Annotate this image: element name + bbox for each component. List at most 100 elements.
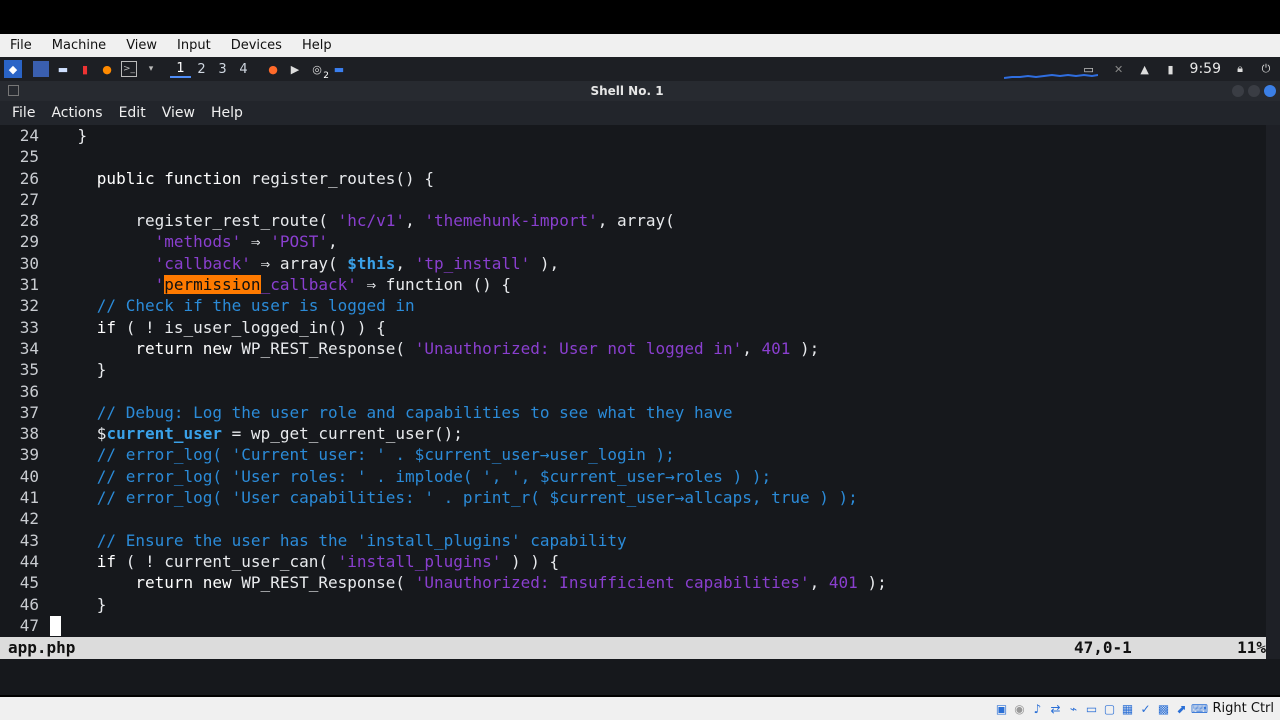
maximize-button[interactable] <box>1248 85 1260 97</box>
terminal-menu-view[interactable]: View <box>154 101 203 125</box>
usb-icon[interactable]: ⌁ <box>1066 701 1082 717</box>
workspace-3[interactable]: 3 <box>212 62 233 77</box>
code-line[interactable]: 33 if ( ! is_user_logged_in() ) { <box>0 317 1266 338</box>
code-line[interactable]: 27 <box>0 189 1266 210</box>
mouse-capture-icon[interactable]: ⬈ <box>1174 701 1190 717</box>
terminal-window-icon[interactable]: ▬ <box>331 61 347 77</box>
task-badge: 2 <box>323 71 329 81</box>
code-line[interactable]: 43 // Ensure the user has the 'install_p… <box>0 530 1266 551</box>
code-token: ); <box>857 573 887 593</box>
vbox-menu-view[interactable]: View <box>116 34 167 57</box>
terminal-menu-actions[interactable]: Actions <box>43 101 110 125</box>
network-icon[interactable]: ⇄ <box>1048 701 1064 717</box>
optical-drive-icon[interactable]: ◉ <box>1012 701 1028 717</box>
task-icon[interactable]: ◎ 2 <box>309 61 329 82</box>
vbox-menu-devices[interactable]: Devices <box>221 34 292 57</box>
line-number: 30 <box>19 253 39 273</box>
display-icon[interactable]: ▭ <box>1081 61 1097 77</box>
line-number: 35 <box>19 360 39 380</box>
code-token: ); <box>790 338 820 358</box>
terminal-menu-file[interactable]: File <box>0 101 43 125</box>
vbox-menu-machine[interactable]: Machine <box>42 34 116 57</box>
shared-folders-icon[interactable]: ▭ <box>1084 701 1100 717</box>
code-line[interactable]: 37 // Debug: Log the user role and capab… <box>0 402 1266 423</box>
code-token: 'Unauthorized: Insufficient capabilities… <box>414 573 810 593</box>
code-line[interactable]: 26 public function register_routes() { <box>0 168 1266 189</box>
code-line[interactable]: 30 'callback' ⇒ array( $this, 'tp_instal… <box>0 253 1266 274</box>
keyboard-capture-icon[interactable]: ⌨ <box>1191 701 1208 717</box>
terminal-content[interactable]: 24 } 25 26 public function register_routes… <box>0 125 1280 695</box>
vbox-menu-help[interactable]: Help <box>292 34 342 57</box>
code-token: } <box>39 594 107 614</box>
kali-menu-icon[interactable]: ◆ <box>4 60 22 78</box>
code-line[interactable]: 42 <box>0 508 1266 529</box>
code-token: 401 <box>761 338 791 358</box>
code-line[interactable]: 40 // error_log( 'User roles: ' . implod… <box>0 466 1266 487</box>
code-line[interactable]: 44 if ( ! current_user_can( 'install_plu… <box>0 551 1266 572</box>
code-line[interactable]: 32 // Check if the user is logged in <box>0 295 1266 316</box>
code-line[interactable]: 47 <box>0 615 1266 636</box>
code-token: 'POST' <box>270 232 328 252</box>
terminal-menu-help[interactable]: Help <box>203 101 251 125</box>
terminal-scrollbar[interactable] <box>1266 125 1280 659</box>
burp-icon[interactable]: ● <box>265 61 281 77</box>
code-view[interactable]: 24 } 25 26 public function register_routes… <box>0 125 1266 636</box>
code-line[interactable]: 31 'permission_callback' ⇒ function () { <box>0 274 1266 295</box>
code-line[interactable]: 34 return new WP_REST_Response( 'Unautho… <box>0 338 1266 359</box>
video-capture-icon[interactable]: ▦ <box>1120 701 1136 717</box>
app-launcher-icon[interactable]: ▶ <box>287 61 303 77</box>
code-token: 'methods' <box>154 232 242 252</box>
code-token: // Check if the user is logged in <box>96 296 415 316</box>
text-editor-icon[interactable]: ▮ <box>77 61 93 77</box>
code-line[interactable]: 25 <box>0 146 1266 167</box>
mouse-integration-icon[interactable]: ✓ <box>1138 701 1154 717</box>
code-line[interactable]: 35 } <box>0 359 1266 380</box>
code-line[interactable]: 38 $current_user = wp_get_current_user()… <box>0 423 1266 444</box>
code-line[interactable]: 36 <box>0 381 1266 402</box>
code-line[interactable]: 45 return new WP_REST_Response( 'Unautho… <box>0 572 1266 593</box>
audio-icon[interactable]: ♪ <box>1030 701 1046 717</box>
code-token: , array( <box>597 211 675 231</box>
vbox-menu-file[interactable]: File <box>0 34 42 57</box>
window-title: Shell No. 1 <box>590 84 664 98</box>
code-line[interactable]: 24 } <box>0 125 1266 146</box>
code-line[interactable]: 29 'methods' ⇒ 'POST', <box>0 231 1266 252</box>
mute-icon[interactable]: ✕ <box>1111 61 1127 77</box>
code-token: // Debug: Log the user role and capabili… <box>96 402 733 422</box>
code-line[interactable]: 28 register_rest_route( 'hc/v1', 'themeh… <box>0 210 1266 231</box>
file-manager-icon[interactable]: ▬ <box>55 61 71 77</box>
display-icon[interactable]: ▢ <box>1102 701 1118 717</box>
cpu-icon[interactable]: ▩ <box>1156 701 1172 717</box>
code-token: , <box>405 211 425 231</box>
code-token: // Ensure the user has the 'install_plug… <box>96 530 627 550</box>
code-line[interactable]: 39 // error_log( 'Current user: ' . $cur… <box>0 444 1266 465</box>
vbox-menu-input[interactable]: Input <box>167 34 221 57</box>
lock-icon[interactable]: 🔒︎ <box>1232 61 1248 77</box>
code-token: register_rest_route( <box>39 211 338 231</box>
minimize-button[interactable] <box>1232 85 1244 97</box>
code-line[interactable]: 41 // error_log( 'User capabilities: ' .… <box>0 487 1266 508</box>
terminal-menu-edit[interactable]: Edit <box>111 101 154 125</box>
terminal-icon[interactable]: >_ <box>121 61 137 77</box>
terminal-titlebar[interactable]: Shell No. 1 <box>0 81 1280 101</box>
show-desktop-icon[interactable] <box>33 61 49 77</box>
battery-icon[interactable]: ▮ <box>1163 61 1179 77</box>
workspace-4[interactable]: 4 <box>233 62 254 77</box>
code-line[interactable]: 46 } <box>0 594 1266 615</box>
close-button[interactable] <box>1264 85 1276 97</box>
line-number: 24 <box>19 126 39 145</box>
hard-disk-icon[interactable]: ▣ <box>994 701 1010 717</box>
chevron-down-icon[interactable]: ▾ <box>143 61 159 77</box>
notification-bell-icon[interactable]: ▲ <box>1137 61 1153 77</box>
code-token: , <box>809 573 829 593</box>
clock[interactable]: 9:59 <box>1190 61 1221 77</box>
workspace-1[interactable]: 1 <box>170 61 191 78</box>
code-token: 'Unauthorized: User not logged in' <box>414 338 743 358</box>
workspace-2[interactable]: 2 <box>191 62 212 77</box>
power-icon[interactable]: ⏻ <box>1258 61 1274 77</box>
code-token: = wp_get_current_user(); <box>222 424 463 444</box>
firefox-icon[interactable]: ● <box>99 61 115 77</box>
